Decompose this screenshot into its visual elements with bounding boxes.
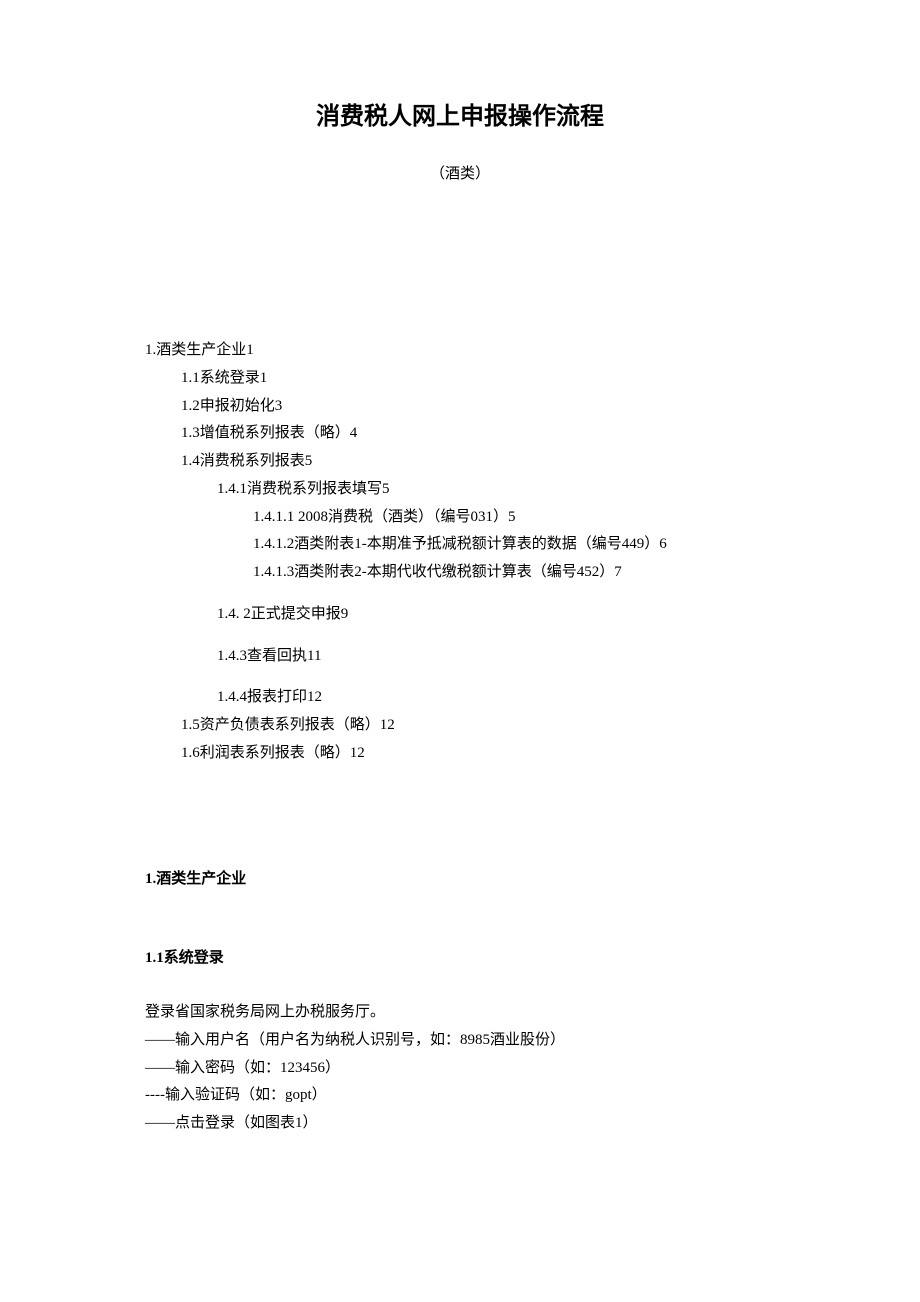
- body-text: 登录省国家税务局网上办税服务厅。: [145, 999, 775, 1027]
- body-text: ——输入密码（如：123456）: [145, 1055, 775, 1083]
- section-heading: 1.酒类生产企业: [145, 866, 775, 894]
- body-text: ----输入验证码（如：gopt）: [145, 1082, 775, 1110]
- toc-item: 1.4消费税系列报表5: [181, 448, 775, 476]
- page-subtitle: （酒类）: [145, 161, 775, 189]
- toc-item: 1.4.3查看回执11: [217, 643, 775, 671]
- toc-item: 1.6利润表系列报表（略）12: [181, 740, 775, 768]
- toc-item: 1.4.1消费税系列报表填写5: [217, 476, 775, 504]
- toc-item: 1.3增值税系列报表（略）4: [181, 420, 775, 448]
- toc-item: 1.2申报初始化3: [181, 393, 775, 421]
- subsection-heading: 1.1系统登录: [145, 945, 775, 973]
- toc-item: 1.4.4报表打印12: [217, 684, 775, 712]
- toc-item: 1.酒类生产企业1: [145, 337, 775, 365]
- toc-item: 1.4.1.1 2008消费税（酒类）（编号031）5: [253, 504, 775, 532]
- toc-item: 1.5资产负债表系列报表（略）12: [181, 712, 775, 740]
- page-title: 消费税人网上申报操作流程: [145, 95, 775, 139]
- toc-item: 1.1系统登录1: [181, 365, 775, 393]
- body-text: ——点击登录（如图表1）: [145, 1110, 775, 1138]
- toc-item: 1.4.1.2酒类附表1-本期准予抵减税额计算表的数据（编号449）6: [253, 531, 775, 559]
- toc-item: 1.4. 2正式提交申报9: [217, 601, 775, 629]
- toc-item: 1.4.1.3酒类附表2-本期代收代缴税额计算表（编号452）7: [253, 559, 775, 587]
- body-text: ——输入用户名（用户名为纳税人识别号，如：8985酒业股份）: [145, 1027, 775, 1055]
